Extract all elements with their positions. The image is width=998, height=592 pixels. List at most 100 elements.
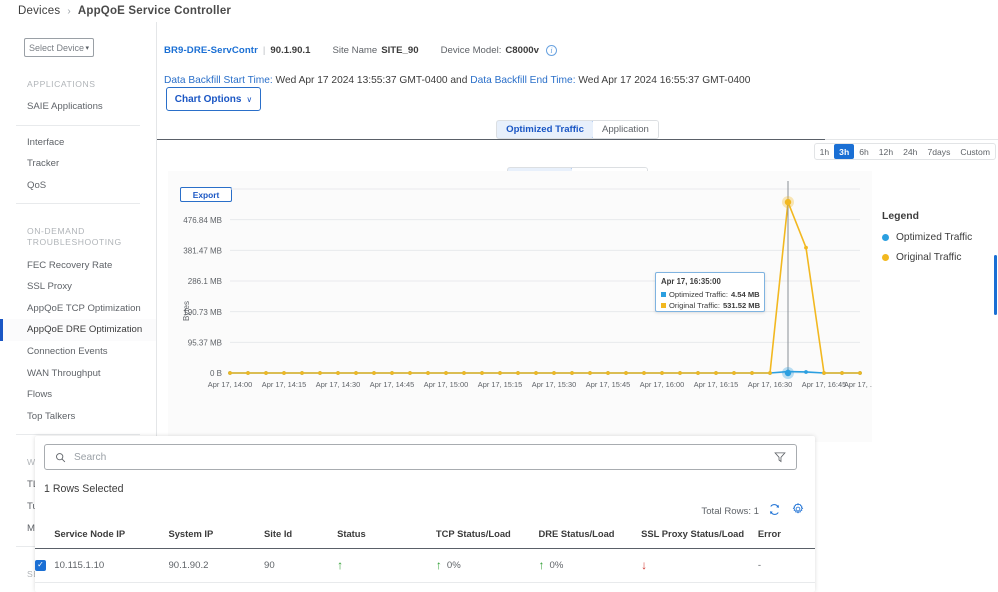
table-header-site-id[interactable]: Site Id (264, 528, 338, 549)
select-device-dropdown[interactable]: Select Device ▾ (24, 38, 94, 57)
tooltip-series-label: Original Traffic: (669, 301, 720, 310)
total-rows-text: Total Rows: 1 (701, 506, 759, 517)
arrow-down-icon: ↓ (641, 558, 648, 572)
table-header-status[interactable]: Status (337, 528, 436, 549)
sidebar-item-label: AppQoE TCP Optimization (27, 302, 141, 314)
tooltip-series-label: Optimized Traffic: (669, 289, 728, 299)
chart-data-point (822, 371, 826, 375)
app-page: Devices › AppQoE Service Controller Sele… (0, 0, 998, 592)
sidebar-item-label: WAN Throughput (27, 367, 101, 379)
x-axis-tick-label: Apr 17, 15:45 (586, 380, 630, 389)
sidebar-item-fec-recovery-rate[interactable]: FEC Recovery Rate (0, 254, 156, 276)
traffic-tab-group: Optimized Traffic Application (496, 120, 659, 139)
row-checkbox-cell[interactable]: ✓ (35, 548, 55, 583)
site-name-value: SITE_90 (381, 44, 419, 56)
breadcrumb: Devices › AppQoE Service Controller (0, 0, 998, 22)
chart-data-point (534, 371, 538, 375)
tab-application[interactable]: Application (592, 121, 658, 138)
refresh-icon[interactable] (768, 503, 781, 516)
time-range-12h[interactable]: 12h (874, 144, 898, 159)
table-body: ✓ 10.115.1.10 90.1.90.2 90 ↑ ↑ 0% ↑ 0% ↓ - (35, 548, 815, 583)
sidebar-item-appqoe-tcp-optimization[interactable]: AppQoE TCP Optimization (0, 298, 156, 320)
x-axis-tick-label: Apr 17, 16:30 (748, 380, 792, 389)
tooltip-row: Optimized Traffic: 4.54 MB (661, 289, 760, 301)
tab-optimized-traffic[interactable]: Optimized Traffic (497, 121, 594, 138)
sidebar-item-label: Tracker (27, 158, 60, 170)
search-bar[interactable] (44, 444, 797, 470)
chart-legend: Legend Optimized Traffic Original Traffic (872, 171, 998, 442)
arrow-up-icon: ↑ (435, 558, 442, 572)
legend-color-dot (882, 254, 889, 261)
info-icon[interactable]: i (545, 44, 557, 56)
device-model-value: C8000v (505, 44, 539, 56)
y-axis-tick-label: 381.47 MB (183, 247, 222, 256)
sidebar-item-flows[interactable]: Flows (0, 384, 156, 406)
traffic-line-chart[interactable]: 476.84 MB 381.47 MB 286.1 MB 190.73 MB 95.37… (168, 171, 872, 442)
sidebar-item-interface[interactable]: Interface (0, 132, 156, 154)
vertical-scrollbar[interactable] (994, 255, 997, 315)
time-range-3h[interactable]: 3h (834, 144, 855, 159)
tooltip-row: Original Traffic: 531.52 MB (661, 300, 760, 312)
table-header-ssl-proxy-status-load[interactable]: SSL Proxy Status/Load (641, 528, 758, 549)
x-axis-tick-label: Apr 17, 15:30 (532, 380, 576, 389)
chart-data-point (318, 371, 322, 375)
chart-data-point (678, 371, 682, 375)
device-ip: 90.1.90.1 (270, 44, 311, 56)
tooltip-time: Apr 17, 16:35:00 (661, 277, 721, 286)
device-model-label: Device Model: (440, 44, 502, 56)
sidebar-divider (16, 434, 140, 436)
load-value: 0% (549, 559, 564, 571)
cell-tcp-status-load: ↑ 0% (435, 548, 539, 583)
x-axis-tick-label: Apr 17, 14:00 (208, 380, 252, 389)
search-input[interactable] (74, 451, 766, 463)
cell-error: - (757, 548, 815, 583)
sidebar-item-tracker[interactable]: Tracker (0, 153, 156, 175)
filter-icon[interactable] (774, 451, 786, 463)
table-header-error[interactable]: Error (757, 528, 815, 549)
time-range-custom[interactable]: Custom (955, 144, 995, 159)
device-name-link[interactable]: BR9-DRE-ServContr (164, 45, 258, 56)
row-checkbox[interactable]: ✓ (35, 559, 46, 571)
legend-items: Optimized Traffic Original Traffic (882, 232, 998, 263)
table-header-tcp-status-load[interactable]: TCP Status/Load (435, 528, 539, 549)
chart-data-point (552, 371, 556, 375)
sidebar-item-saie-applications[interactable]: SAIE Applications (0, 96, 156, 118)
chart-data-point (714, 371, 718, 375)
sidebar-item-connection-events[interactable]: Connection Events (0, 341, 156, 363)
chart-data-point (246, 371, 250, 375)
chart-series-line (230, 201, 860, 374)
sidebar-item-wan-throughput[interactable]: WAN Throughput (0, 362, 156, 384)
tooltip-color-swatch (661, 303, 666, 309)
sidebar-item-ssl-proxy[interactable]: SSL Proxy (0, 276, 156, 298)
arrow-up-icon: ↑ (337, 558, 344, 572)
load-value: 0% (446, 559, 461, 571)
device-info-pipe: | (262, 44, 266, 56)
time-range-7days[interactable]: 7days (922, 144, 955, 159)
y-axis-tick-label: 95.37 MB (188, 339, 222, 348)
x-axis-tick-label: Apr 17, 15:00 (424, 380, 468, 389)
sidebar-item-qos[interactable]: QoS (0, 175, 156, 197)
arrow-up-icon: ↑ (538, 558, 545, 572)
chart-data-point (228, 371, 232, 375)
chart-data-point (660, 371, 664, 375)
sidebar-item-appqoe-dre-optimization[interactable]: AppQoE DRE Optimization (0, 319, 156, 341)
y-axis-tick-label: 476.84 MB (183, 216, 222, 225)
breadcrumb-current: AppQoE Service Controller (77, 5, 232, 17)
sidebar-item-top-talkers[interactable]: Top Talkers (0, 406, 156, 428)
table-header-dre-status-load[interactable]: DRE Status/Load (538, 528, 642, 549)
table-header-system-ip[interactable]: System IP (168, 528, 265, 549)
chart-options-button[interactable]: Chart Options ∨ (166, 87, 261, 111)
legend-item[interactable]: Optimized Traffic (882, 232, 998, 243)
breadcrumb-root[interactable]: Devices (18, 5, 60, 17)
gear-icon[interactable] (791, 502, 805, 516)
sidebar-item-label: SSL Proxy (27, 281, 72, 293)
time-range-24h[interactable]: 24h (898, 144, 922, 159)
time-range-1h[interactable]: 1h (815, 144, 835, 159)
table-row[interactable]: ✓ 10.115.1.10 90.1.90.2 90 ↑ ↑ 0% ↑ 0% ↓ - (35, 548, 815, 583)
chart-data-point (804, 370, 808, 374)
legend-item[interactable]: Original Traffic (882, 252, 998, 263)
chart-data-point (426, 371, 430, 375)
time-range-6h[interactable]: 6h (854, 144, 874, 159)
site-name-label: Site Name (332, 44, 378, 56)
table-header-service-node-ip[interactable]: Service Node IP (54, 528, 169, 549)
